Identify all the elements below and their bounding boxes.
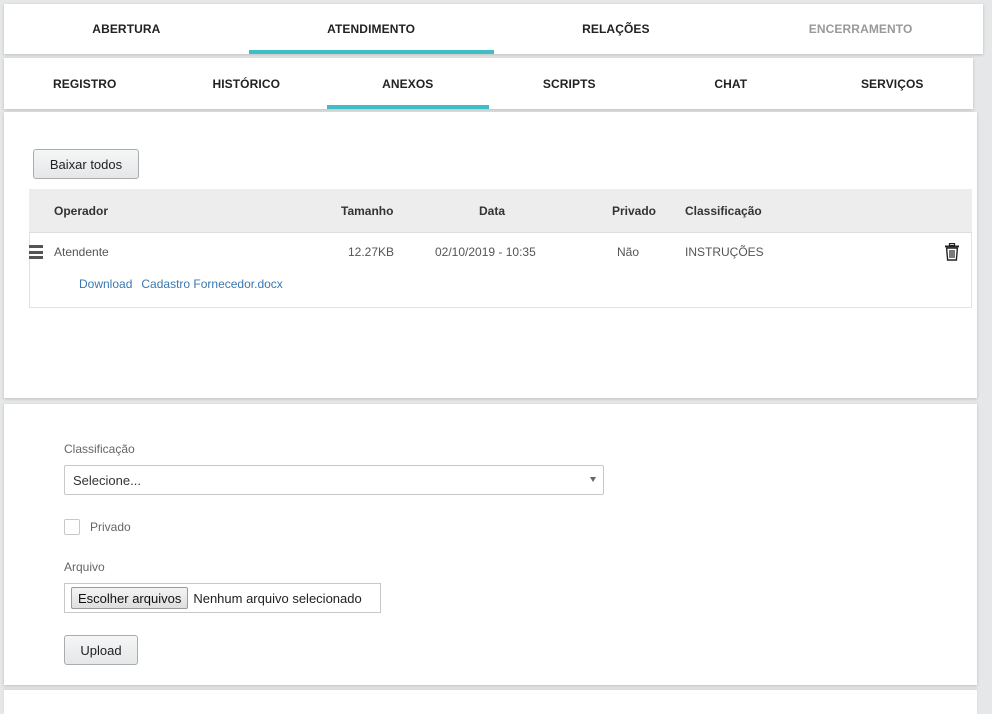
- column-header-classification: Classificação: [685, 204, 762, 218]
- table-row: Atendente 12.27KB 02/10/2019 - 10:35 Não…: [29, 233, 972, 308]
- file-links: Download Cadastro Fornecedor.docx: [79, 273, 283, 295]
- tab-scripts[interactable]: SCRIPTS: [489, 58, 651, 109]
- tab-atendimento[interactable]: ATENDIMENTO: [248, 4, 494, 54]
- tab-chat[interactable]: CHAT: [650, 58, 812, 109]
- footer-panel: [4, 690, 977, 714]
- cell-date: 02/10/2019 - 10:35: [435, 245, 536, 259]
- cell-size: 12.27KB: [348, 245, 395, 259]
- column-header-date: Data: [479, 204, 506, 218]
- private-label: Privado: [90, 520, 131, 534]
- private-checkbox[interactable]: [64, 519, 80, 535]
- hamburger-icon[interactable]: [29, 245, 43, 259]
- classification-select-value: Selecione...: [73, 472, 141, 488]
- choose-files-button[interactable]: Escolher arquivos: [71, 587, 189, 609]
- tab-encerramento: ENCERRAMENTO: [808, 22, 913, 36]
- upload-button[interactable]: Upload: [64, 635, 138, 665]
- trash-icon[interactable]: [944, 242, 960, 261]
- file-input: Escolher arquivos Nenhum arquivo selecio…: [64, 583, 381, 613]
- file-status: Nenhum arquivo selecionado: [193, 590, 362, 606]
- classification-select[interactable]: Selecione...: [64, 465, 604, 495]
- sub-tab-bar: REGISTRO HISTÓRICO ANEXOS SCRIPTS CHAT S…: [4, 58, 973, 109]
- download-all-button[interactable]: Baixar todos: [33, 149, 139, 179]
- file-label: Arquivo: [64, 560, 105, 574]
- tab-servicos[interactable]: SERVIÇOS: [812, 58, 974, 109]
- cell-private: Não: [617, 245, 640, 259]
- download-link[interactable]: Download: [79, 277, 132, 291]
- caret-down-icon: [590, 477, 596, 482]
- classification-label: Classificação: [64, 442, 135, 456]
- upload-panel: Classificação Selecione... Privado Arqui…: [4, 404, 977, 685]
- tab-registro[interactable]: REGISTRO: [4, 58, 166, 109]
- file-name-link[interactable]: Cadastro Fornecedor.docx: [141, 277, 282, 291]
- tab-relacoes[interactable]: RELAÇÕES: [494, 4, 739, 54]
- tab-anexos[interactable]: ANEXOS: [327, 58, 489, 109]
- main-tab-bar: ABERTURA ATENDIMENTO RELAÇÕES ENCERRAMEN…: [4, 4, 983, 54]
- column-header-operator: Operador: [54, 204, 109, 218]
- tab-abertura[interactable]: ABERTURA: [4, 4, 249, 54]
- cell-classification: INSTRUÇÕES: [685, 245, 764, 259]
- cell-operator: Atendente: [54, 245, 109, 259]
- attachments-panel: Baixar todos Operador Tamanho Data Priva…: [4, 112, 977, 398]
- attachments-table-header: Operador Tamanho Data Privado Classifica…: [29, 189, 972, 233]
- column-header-size: Tamanho: [341, 204, 394, 218]
- column-header-private: Privado: [612, 204, 657, 218]
- main-tabs: ABERTURA ATENDIMENTO RELAÇÕES ENCERRAMEN…: [4, 4, 983, 54]
- tab-historico[interactable]: HISTÓRICO: [166, 58, 328, 109]
- sub-tabs: REGISTRO HISTÓRICO ANEXOS SCRIPTS CHAT S…: [4, 58, 973, 109]
